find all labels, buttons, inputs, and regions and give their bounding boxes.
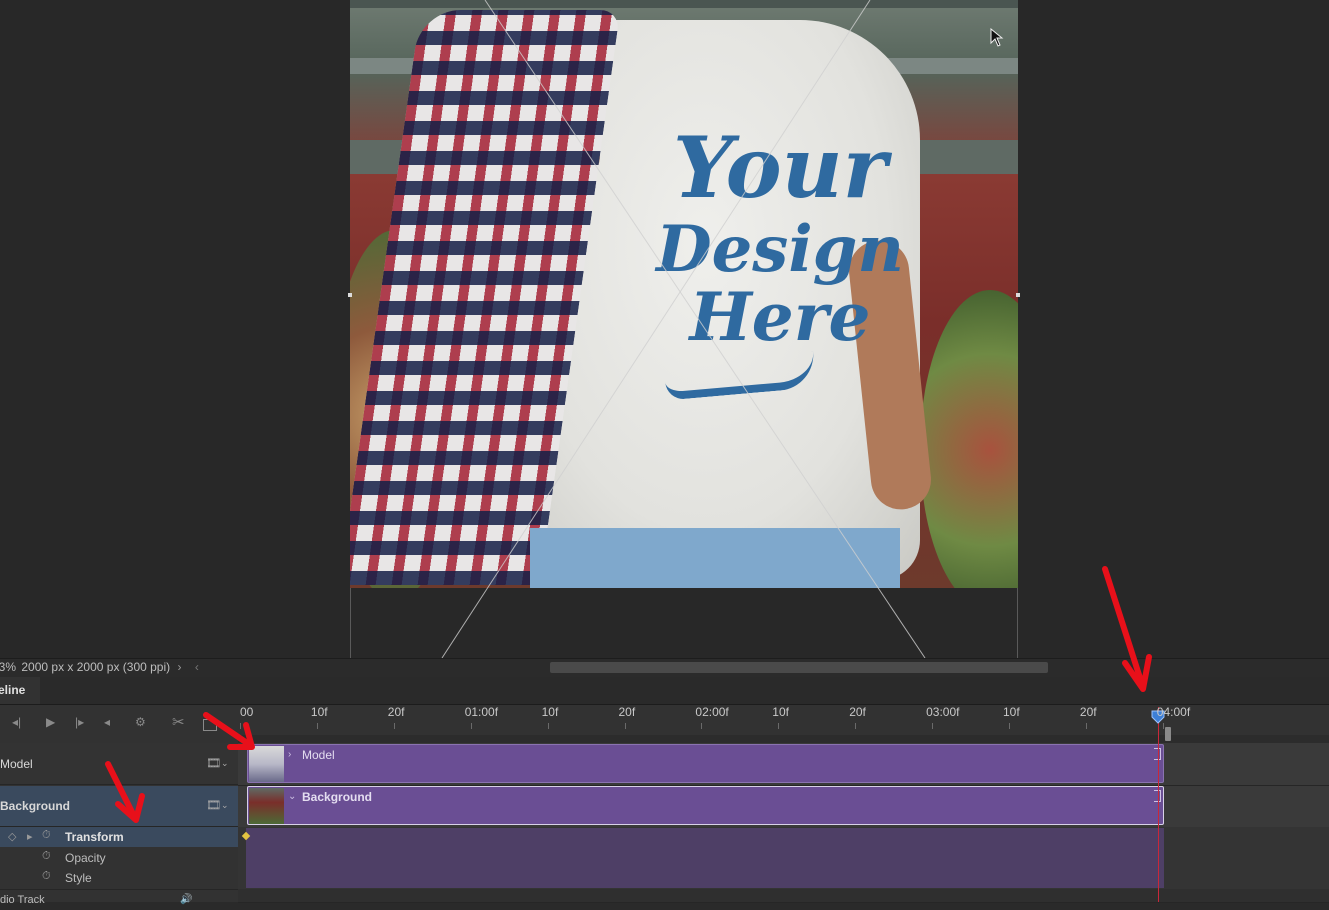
ruler-tick-mark xyxy=(393,723,395,729)
annotation-arrow-icon xyxy=(105,761,145,823)
ruler-tick-mark xyxy=(547,723,549,729)
clip-label: Background xyxy=(302,790,373,804)
expand-icon[interactable]: › xyxy=(288,749,291,760)
ruler-tick-label: 20f xyxy=(387,705,405,719)
play-icon[interactable]: ▶ xyxy=(46,715,55,729)
prev-frame-icon[interactable]: ◂| xyxy=(12,715,21,729)
property-row-transform[interactable]: ◇ ▸ ⏱ Transform xyxy=(0,827,238,847)
ruler-tick-mark xyxy=(624,723,626,729)
property-label-style: Style xyxy=(65,871,92,885)
clip-thumbnail xyxy=(249,788,284,824)
ruler-tick-label: 10f xyxy=(310,705,328,719)
document-size: 2000 px x 2000 px (300 ppi) xyxy=(21,660,171,674)
ruler-tick-label: 04:00f xyxy=(1156,705,1191,719)
transform-handle-right[interactable] xyxy=(1016,293,1020,297)
ruler-tick-mark xyxy=(932,723,934,729)
ruler-tick-mark xyxy=(470,723,472,729)
collapse-icon[interactable]: ⌄ xyxy=(288,791,296,802)
clip-label: Model xyxy=(302,748,335,762)
expand-property-icon[interactable]: ▸ xyxy=(27,830,33,843)
ruler-tick-label: 20f xyxy=(1079,705,1097,719)
split-scissors-icon[interactable]: ✂ xyxy=(172,713,185,731)
playhead-line xyxy=(1158,707,1159,902)
film-icon[interactable]: 🎞 xyxy=(206,799,221,811)
layer-name-background: Background xyxy=(0,799,71,813)
ruler-tick-mark xyxy=(701,723,703,729)
work-area-end-handle[interactable] xyxy=(1165,727,1171,741)
transform-bounding-cross xyxy=(441,0,926,658)
property-label-opacity: Opacity xyxy=(65,851,106,865)
track-audio[interactable] xyxy=(238,889,1329,903)
status-expand-icon[interactable]: › xyxy=(178,660,182,674)
ruler-tick-label: 10f xyxy=(772,705,789,719)
property-row-opacity[interactable]: ⏱ Opacity xyxy=(0,848,238,868)
clip-background[interactable]: ⌄ Background xyxy=(247,786,1164,825)
stopwatch-icon[interactable]: ⏱ xyxy=(42,829,51,842)
add-keyframe-icon[interactable]: ◇ xyxy=(8,830,16,843)
ruler-tick-label: 10f xyxy=(541,705,559,719)
layer-name-model: Model xyxy=(0,757,33,771)
film-icon[interactable]: 🎞 xyxy=(206,757,221,769)
property-track-opacity[interactable] xyxy=(246,848,1164,868)
ruler-tick-mark xyxy=(1162,723,1164,729)
ruler-tick-mark xyxy=(316,723,318,729)
clip-model[interactable]: › Model xyxy=(247,744,1164,783)
annotation-arrow-icon xyxy=(1102,566,1152,692)
property-row-style[interactable]: ⏱ Style xyxy=(0,868,238,888)
status-info: 33% 2000 px x 2000 px (300 ppi) › ‹ xyxy=(0,660,199,674)
annotation-arrow-icon xyxy=(203,712,255,750)
chevron-down-icon[interactable]: ⌄ xyxy=(221,758,229,769)
ruler-tick-label: 20f xyxy=(849,705,866,719)
horizontal-scrollbar[interactable] xyxy=(550,662,1048,673)
ruler-tick-mark xyxy=(778,723,780,729)
audio-track-row[interactable]: dio Track 🔊 xyxy=(0,889,238,910)
settings-icon[interactable]: ⚙ xyxy=(135,715,146,729)
zoom-level[interactable]: 33% xyxy=(0,660,16,674)
tab-timeline[interactable]: eline xyxy=(0,677,40,704)
audio-track-label: dio Track xyxy=(0,894,45,906)
audio-icon[interactable]: ◂ xyxy=(104,715,110,729)
next-frame-icon[interactable]: |▸ xyxy=(75,715,84,729)
property-track-transform[interactable] xyxy=(246,828,1164,848)
transform-handle-left[interactable] xyxy=(348,293,352,297)
ruler-tick-label: 10f xyxy=(1003,705,1020,719)
ruler-tick-label: 01:00f xyxy=(464,705,499,719)
property-label-transform: Transform xyxy=(65,830,124,844)
scroll-left-icon[interactable]: ‹ xyxy=(195,660,199,674)
mouse-cursor-icon xyxy=(990,28,1004,47)
ruler-tick-mark xyxy=(1009,723,1010,729)
stopwatch-icon[interactable]: ⏱ xyxy=(42,850,51,863)
chevron-down-icon[interactable]: ⌄ xyxy=(221,800,229,811)
ruler-tick-mark xyxy=(855,723,857,729)
stopwatch-icon[interactable]: ⏱ xyxy=(42,870,51,883)
ruler-tick-label: 20f xyxy=(618,705,636,719)
speaker-icon[interactable]: 🔊 xyxy=(180,894,192,905)
ruler-tick-mark xyxy=(1085,723,1087,729)
ruler-tick-label: 02:00f xyxy=(695,705,729,719)
canvas-workspace[interactable]: Your Design Here xyxy=(0,0,1329,658)
ruler-tick-label: 03:00f xyxy=(926,705,960,719)
property-track-style[interactable] xyxy=(246,868,1164,888)
